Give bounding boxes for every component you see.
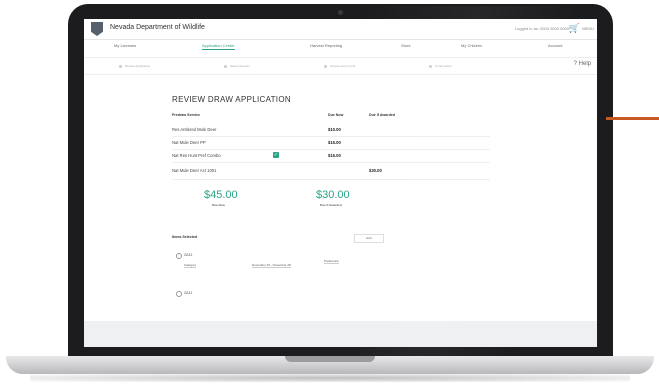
total-due-now-label: Due Now: [212, 203, 225, 207]
checkbox-checked[interactable]: ✓: [273, 152, 279, 158]
nav-item-account[interactable]: Account: [548, 43, 562, 48]
category-field[interactable]: Category: [184, 263, 197, 268]
header-due-now: Due Now: [328, 113, 344, 117]
row-label: Nat Mule Deer PP: [172, 140, 206, 145]
edit-button[interactable]: Edit: [354, 234, 384, 243]
nav-item-licenses[interactable]: My Licenses: [114, 43, 136, 48]
cart-icon[interactable]: 🛒: [569, 23, 580, 33]
main-nav: My Licenses Application Center Harvest R…: [84, 40, 597, 52]
app-header: Nevada Department of Wildlife Logged in …: [84, 19, 597, 40]
step-2[interactable]: Select Species: [224, 64, 250, 68]
total-due-if-awarded-label: Due If Awarded: [320, 203, 342, 207]
account-info[interactable]: Logged in as: 0000 0000 0000: [515, 26, 569, 31]
totals-divider: [172, 179, 490, 180]
row-divider: [172, 136, 490, 137]
callout-line: [606, 117, 659, 120]
help-button[interactable]: ? Help: [574, 61, 591, 67]
row-divider: [172, 162, 490, 163]
nav-item-harvest[interactable]: Harvest Reporting: [310, 43, 342, 48]
laptop-notch: [285, 356, 375, 362]
item-radio[interactable]: [176, 253, 182, 259]
item-radio[interactable]: [176, 291, 182, 297]
row-divider: [172, 149, 490, 150]
menu-button[interactable]: MENU: [582, 26, 594, 31]
laptop-shadow: [30, 374, 630, 382]
nav-item-children[interactable]: My Children: [461, 43, 482, 48]
row-due-now: $15.00: [328, 153, 341, 158]
total-due-now: $45.00: [204, 189, 238, 201]
item-code: 2811: [184, 290, 193, 295]
step-3[interactable]: Choose Hunt Units: [324, 64, 355, 68]
page-title: REVIEW DRAW APPLICATION: [172, 95, 291, 104]
camera-icon: [338, 10, 343, 15]
footer-band: [84, 321, 597, 347]
row-due-if-awarded: $30.00: [369, 168, 382, 173]
row-label: Nat Mule Deer Act 1001: [172, 168, 217, 173]
date-range-field[interactable]: November 15 - November 28: [252, 263, 291, 268]
step-4[interactable]: Confirmation: [429, 64, 452, 68]
header-service: Predraw Service: [172, 113, 200, 117]
row-label: Res Antlered Mule Deer: [172, 127, 217, 132]
laptop-screen: Nevada Department of Wildlife Logged in …: [84, 19, 597, 347]
row-due-now: $15.00: [328, 140, 341, 145]
header-due-if-awarded: Due If Awarded: [369, 113, 395, 117]
step-1[interactable]: Review Application: [119, 64, 150, 68]
total-due-if-awarded: $30.00: [316, 189, 350, 201]
row-due-now: $10.00: [328, 127, 341, 132]
item-code: 2811: [184, 252, 193, 257]
app-title: Nevada Department of Wildlife: [110, 24, 205, 31]
items-selected-label: Items Selected: [172, 235, 198, 239]
shield-logo-icon: [91, 22, 103, 36]
nav-item-application-center[interactable]: Application Center: [202, 43, 235, 50]
step-progress: Review Application Select Species Choose…: [84, 57, 597, 75]
preference-field[interactable]: Preference: [324, 259, 339, 264]
row-label: Nat Res Hunt Pref Combo: [172, 153, 221, 158]
nav-item-store[interactable]: Store: [401, 43, 411, 48]
